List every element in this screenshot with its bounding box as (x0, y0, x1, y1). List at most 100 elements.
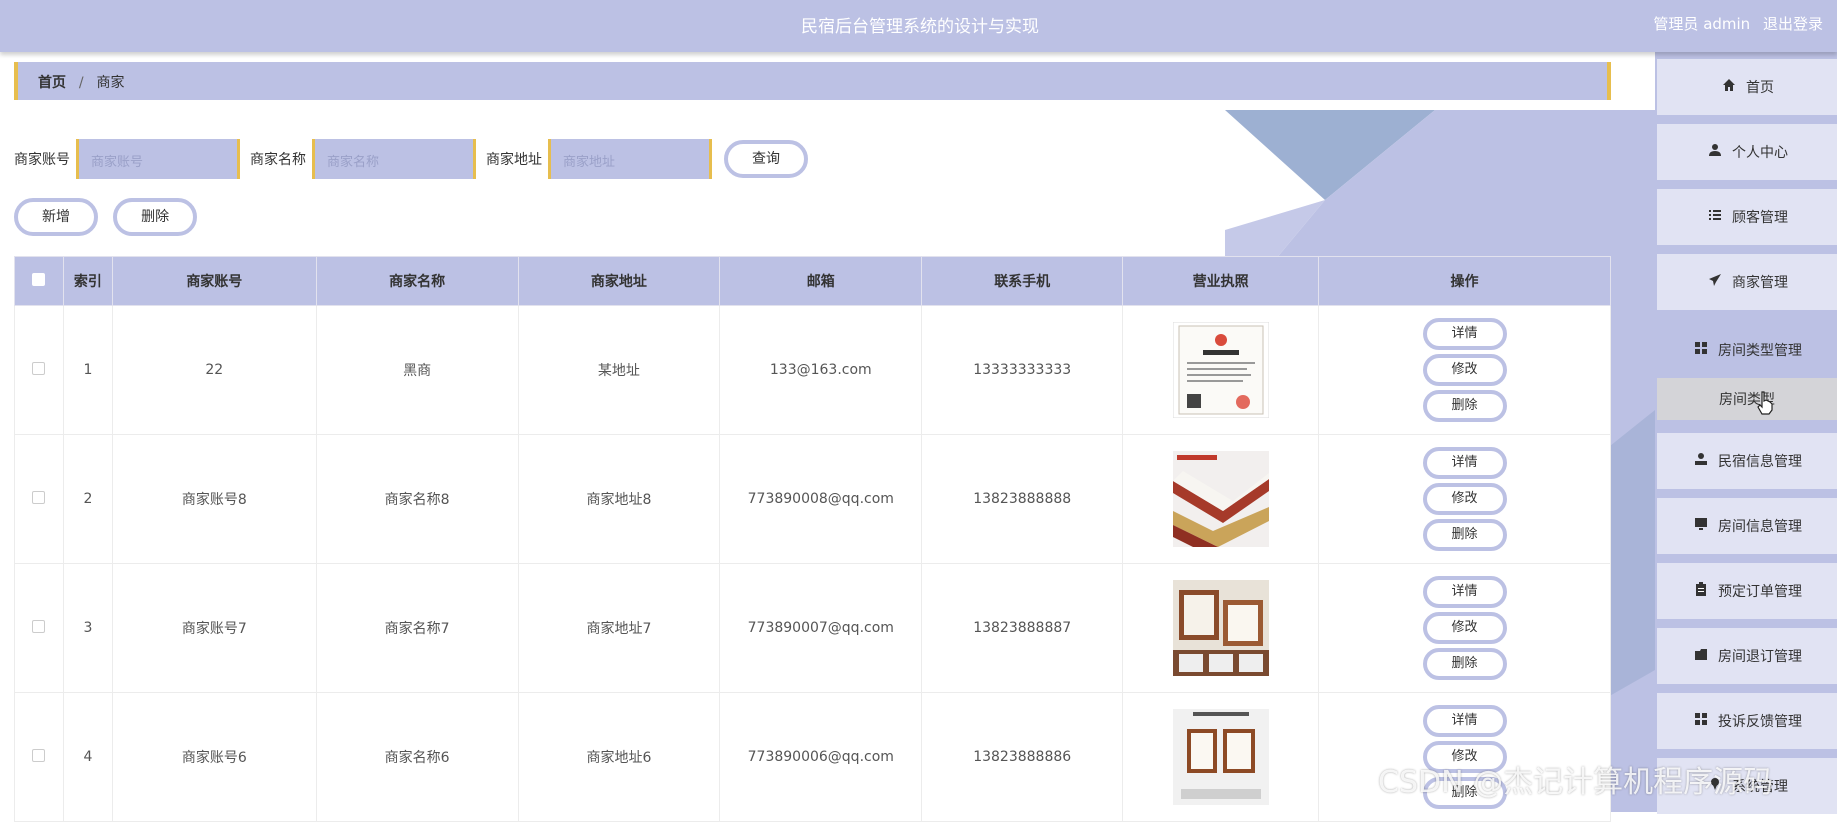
grid-icon (1692, 341, 1710, 359)
breadcrumb-current: 商家 (96, 75, 125, 91)
cell-license (1122, 305, 1320, 435)
add-button[interactable]: 新增 (14, 198, 98, 236)
monitor-icon (1692, 517, 1710, 535)
detail-button[interactable]: 详情 (1422, 576, 1507, 608)
cell-phone: 13823888887 (921, 563, 1124, 693)
merchant-account-input[interactable]: 商家账号 (76, 139, 240, 179)
hand-cursor-icon (1757, 391, 1773, 415)
detail-button[interactable]: 详情 (1422, 447, 1507, 479)
sidebar-item-homestay-info[interactable]: 民宿信息管理 (1657, 433, 1837, 489)
user-icon (1706, 143, 1724, 161)
app-title: 民宿后台管理系统的设计与实现 (801, 17, 1039, 37)
sidebar-item-room-types[interactable]: 房间类型管理 (1657, 322, 1837, 378)
sidebar-item-customers[interactable]: 顾客管理 (1657, 189, 1837, 245)
table-row: 1 22 黑商 某地址 133@163.com 13333333333 详情修改… (14, 305, 1611, 435)
row-checkbox[interactable] (32, 490, 46, 504)
table-row: 4 商家账号6 商家名称6 商家地址6 773890006@qq.com 138… (14, 692, 1611, 822)
merchant-address-input[interactable]: 商家地址 (548, 139, 712, 179)
sidebar-item-room-info[interactable]: 房间信息管理 (1657, 498, 1837, 554)
sidebar-item-orders[interactable]: 预定订单管理 (1657, 563, 1837, 619)
cell-license (1122, 434, 1320, 564)
logout-link[interactable]: 退出登录 (1763, 15, 1823, 33)
merchant-address-label: 商家地址 (486, 152, 542, 168)
sidebar-item-complaints[interactable]: 投诉反馈管理 (1657, 693, 1837, 749)
cell-account: 商家账号7 (111, 563, 317, 693)
batch-delete-button[interactable]: 删除 (113, 198, 198, 236)
search-form: 商家账号 商家账号 商家名称 商家名称 商家地址 商家地址 查询 (14, 139, 808, 179)
sidebar-item-cancellations[interactable]: 房间退订管理 (1657, 628, 1837, 684)
cell-phone: 13333333333 (921, 305, 1124, 435)
cell-index: 1 (62, 305, 113, 435)
delete-button[interactable]: 删除 (1422, 519, 1507, 551)
clipboard-icon (1692, 582, 1710, 600)
detail-button[interactable]: 详情 (1422, 705, 1507, 737)
edit-button[interactable]: 修改 (1422, 354, 1507, 386)
detail-button[interactable]: 详情 (1422, 318, 1507, 350)
sidebar-item-label: 首页 (1746, 80, 1774, 96)
folder-icon (1692, 647, 1710, 665)
cell-name: 商家名称6 (315, 692, 519, 822)
watermark: CSDN @杰记计算机程序源码 (1378, 765, 1774, 800)
business-license-image[interactable] (1172, 322, 1269, 418)
cell-name: 商家名称7 (315, 563, 519, 693)
query-button[interactable]: 查询 (724, 140, 808, 178)
cell-account: 商家账号8 (111, 434, 317, 564)
business-license-image[interactable] (1172, 580, 1269, 676)
table-row: 2 商家账号8 商家名称8 商家地址8 773890008@qq.com 138… (14, 434, 1611, 564)
column-header: 索引 (62, 256, 113, 306)
delete-button[interactable]: 删除 (1422, 648, 1507, 680)
person-icon (1692, 452, 1710, 470)
edit-button[interactable]: 修改 (1422, 483, 1507, 515)
cell-account: 22 (111, 305, 317, 435)
cell-email: 133@163.com (719, 305, 923, 435)
sidebar-subitem-room-type[interactable]: 房间类型 (1657, 378, 1837, 420)
sidebar-nav: 首页 个人中心 顾客管理 商家管理 房间类型管理 房间类型 民宿信息管理 房间信… (1655, 52, 1837, 814)
top-header-bar: 民宿后台管理系统的设计与实现 管理员 admin 退出登录 (0, 0, 1837, 52)
user-area: 管理员 admin 退出登录 (1645, 13, 1823, 34)
sidebar-item-label: 预定订单管理 (1718, 584, 1802, 600)
column-header: 邮箱 (719, 256, 923, 306)
row-checkbox[interactable] (32, 619, 46, 633)
column-header: 商家地址 (517, 256, 721, 306)
column-header: 商家名称 (315, 256, 519, 306)
select-all-checkbox[interactable] (32, 272, 46, 286)
delete-button[interactable]: 删除 (1422, 390, 1507, 422)
breadcrumb-home[interactable]: 首页 (38, 75, 66, 91)
row-checkbox-cell[interactable] (14, 434, 64, 564)
cell-address: 商家地址6 (517, 692, 721, 822)
row-checkbox-cell[interactable] (14, 305, 64, 435)
sidebar-item-label: 房间退订管理 (1718, 649, 1802, 665)
cell-name: 商家名称8 (315, 434, 519, 564)
cell-license (1122, 563, 1320, 693)
edit-button[interactable]: 修改 (1422, 612, 1507, 644)
sidebar-item-merchants[interactable]: 商家管理 (1657, 254, 1837, 310)
cell-address: 商家地址7 (517, 563, 721, 693)
sidebar-item-home[interactable]: 首页 (1657, 59, 1837, 115)
row-checkbox-cell[interactable] (14, 563, 64, 693)
business-license-image[interactable] (1172, 451, 1269, 547)
sidebar-item-label: 房间信息管理 (1718, 519, 1802, 535)
cell-email: 773890008@qq.com (719, 434, 923, 564)
cell-phone: 13823888888 (921, 434, 1124, 564)
select-all-checkbox-cell[interactable] (14, 256, 64, 306)
merchant-table: 索引 商家账号 商家名称 商家地址 邮箱 联系手机 营业执照 操作 1 22 黑… (14, 256, 1611, 822)
table-header-row: 索引 商家账号 商家名称 商家地址 邮箱 联系手机 营业执照 操作 (14, 256, 1611, 306)
row-checkbox[interactable] (32, 361, 46, 375)
merchant-name-input[interactable]: 商家名称 (312, 139, 476, 179)
cell-address: 某地址 (517, 305, 721, 435)
cell-operations: 详情修改 删除 (1318, 563, 1611, 693)
row-checkbox-cell[interactable] (14, 692, 64, 822)
business-license-image[interactable] (1172, 709, 1269, 805)
action-toolbar: 新增 删除 (14, 198, 207, 236)
cell-account: 商家账号6 (111, 692, 317, 822)
sidebar-item-label: 个人中心 (1732, 145, 1788, 161)
cell-index: 4 (62, 692, 113, 822)
cell-address: 商家地址8 (517, 434, 721, 564)
sidebar-item-label: 民宿信息管理 (1718, 454, 1802, 470)
admin-role-label: 管理员 admin (1653, 15, 1751, 33)
cell-name: 黑商 (315, 305, 519, 435)
column-header: 操作 (1318, 256, 1611, 306)
sidebar-item-profile[interactable]: 个人中心 (1657, 124, 1837, 180)
cell-operations: 详情修改 删除 (1318, 305, 1611, 435)
row-checkbox[interactable] (32, 748, 46, 762)
